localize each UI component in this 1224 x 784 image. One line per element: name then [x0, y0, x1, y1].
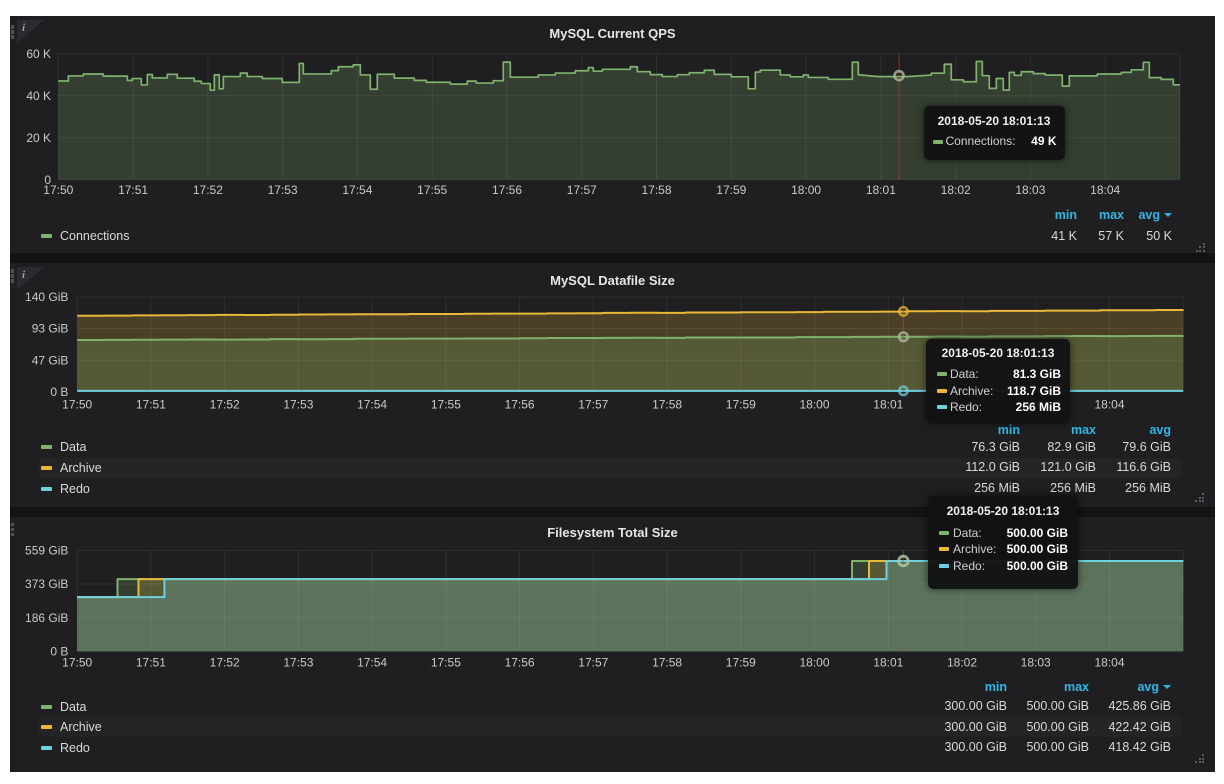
svg-text:17:55: 17:55 [431, 398, 461, 412]
svg-text:40 K: 40 K [26, 89, 51, 103]
svg-text:18:04: 18:04 [1090, 183, 1120, 197]
svg-text:17:55: 17:55 [431, 656, 461, 670]
svg-text:373 GiB: 373 GiB [25, 577, 68, 591]
svg-text:17:52: 17:52 [210, 398, 240, 412]
svg-text:17:50: 17:50 [62, 656, 92, 670]
svg-text:17:52: 17:52 [193, 183, 223, 197]
svg-text:140 GiB: 140 GiB [25, 290, 68, 304]
svg-text:17:54: 17:54 [357, 398, 387, 412]
svg-text:20 K: 20 K [26, 131, 51, 145]
svg-text:17:59: 17:59 [726, 656, 756, 670]
svg-text:18:03: 18:03 [1015, 183, 1045, 197]
svg-text:18:02: 18:02 [947, 656, 977, 670]
svg-text:93 GiB: 93 GiB [32, 322, 69, 336]
svg-text:18:02: 18:02 [941, 183, 971, 197]
svg-text:559 GiB: 559 GiB [25, 544, 68, 558]
svg-text:17:58: 17:58 [652, 656, 682, 670]
svg-text:17:57: 17:57 [567, 183, 597, 197]
svg-text:17:59: 17:59 [716, 183, 746, 197]
svg-text:17:55: 17:55 [417, 183, 447, 197]
svg-text:17:56: 17:56 [505, 656, 535, 670]
svg-text:18:04: 18:04 [1094, 656, 1124, 670]
svg-text:17:51: 17:51 [136, 656, 166, 670]
svg-text:60 K: 60 K [26, 47, 51, 61]
svg-text:17:50: 17:50 [43, 183, 73, 197]
svg-text:17:53: 17:53 [268, 183, 298, 197]
svg-text:17:56: 17:56 [505, 398, 535, 412]
svg-text:18:01: 18:01 [873, 398, 903, 412]
svg-text:17:50: 17:50 [62, 398, 92, 412]
svg-text:18:00: 18:00 [799, 656, 829, 670]
svg-text:17:58: 17:58 [641, 183, 671, 197]
svg-text:47 GiB: 47 GiB [32, 353, 69, 367]
svg-text:17:54: 17:54 [357, 656, 387, 670]
svg-text:0 B: 0 B [50, 385, 68, 399]
svg-text:18:04: 18:04 [1094, 398, 1124, 412]
svg-text:17:58: 17:58 [652, 398, 682, 412]
svg-text:17:59: 17:59 [726, 398, 756, 412]
svg-text:17:52: 17:52 [210, 656, 240, 670]
svg-text:17:53: 17:53 [283, 656, 313, 670]
svg-text:17:57: 17:57 [578, 656, 608, 670]
svg-text:18:01: 18:01 [866, 183, 896, 197]
svg-text:18:03: 18:03 [1021, 656, 1051, 670]
svg-text:17:51: 17:51 [118, 183, 148, 197]
svg-text:17:51: 17:51 [136, 398, 166, 412]
svg-text:18:01: 18:01 [873, 656, 903, 670]
svg-text:17:56: 17:56 [492, 183, 522, 197]
svg-text:18:00: 18:00 [799, 398, 829, 412]
svg-text:186 GiB: 186 GiB [25, 611, 68, 625]
svg-text:17:54: 17:54 [342, 183, 372, 197]
svg-text:18:00: 18:00 [791, 183, 821, 197]
svg-text:17:53: 17:53 [283, 398, 313, 412]
svg-text:17:57: 17:57 [578, 398, 608, 412]
